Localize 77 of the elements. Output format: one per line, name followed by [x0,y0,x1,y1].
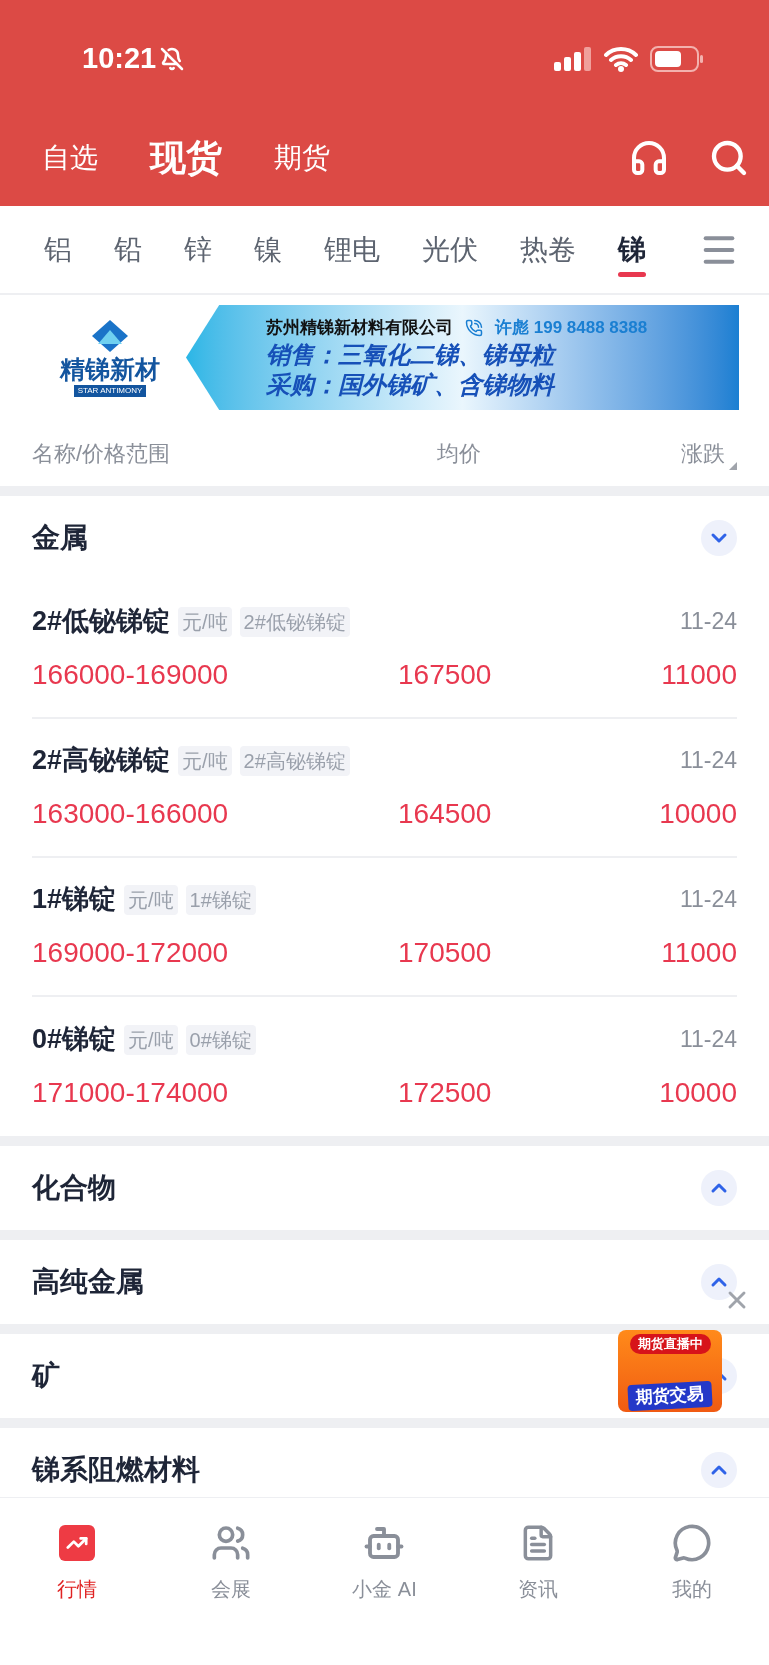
top-nav-tab[interactable]: 期货 [274,137,330,179]
average-price: 164500 [398,796,492,831]
price-change: 10000 [659,1075,737,1110]
company-name: 苏州精锑新材料有限公司 [266,316,453,339]
ad-ribbon: 期货交易 [627,1380,713,1411]
alias-tag: 0#锑锭 [185,1024,256,1055]
contact-phone: 许彪 199 8488 8388 [495,316,648,339]
category-tab[interactable]: 镍 [254,222,282,277]
product-name: 1#锑锭 [32,883,117,917]
top-nav-tab[interactable]: 自选 [42,137,98,179]
average-price: 167500 [398,657,492,692]
bottom-nav-tab[interactable]: 行情 [0,1520,154,1620]
section-title: 化合物 [32,1171,116,1205]
bell-off-icon [160,47,185,71]
section-title: 金属 [32,521,88,555]
price-date: 11-24 [679,607,737,637]
price-date: 11-24 [679,746,737,776]
price-range: 169000-172000 [32,935,230,970]
customer-service-icon[interactable] [629,138,669,178]
section-title: 高纯金属 [32,1265,144,1299]
bottom-nav-tab[interactable]: 小金 AI [307,1520,462,1620]
ad-banner[interactable]: 苏州精锑新材料有限公司 许彪 199 8488 8388 销售：三氧化二锑、锑母粒 采购：国外锑矿、含锑物料 [186,305,739,410]
price-change: 11000 [661,935,737,970]
column-header: 名称/价格范围 [32,439,172,468]
price-change: 11000 [661,657,737,692]
price-date: 11-24 [679,1025,737,1055]
chevron-up-icon[interactable] [701,1264,737,1300]
category-tab[interactable]: 光伏 [422,222,478,277]
unit-tag: 元/吨 [178,745,232,776]
alias-tag: 2#高铋锑锭 [239,745,350,776]
status-time: 10:21 [82,41,157,77]
category-tab[interactable]: 锑 [618,222,646,277]
chart-icon [58,1525,95,1561]
price-range: 163000-166000 [32,796,230,831]
section-title: 锑系阻燃材料 [32,1453,200,1487]
unit-tag: 元/吨 [124,1024,178,1055]
search-icon[interactable] [709,138,749,178]
average-price: 172500 [398,1075,492,1110]
chevron-down-icon[interactable] [701,520,737,556]
brand-logo: 精锑新材 STAR ANTIMONY [50,317,170,398]
average-price: 170500 [398,935,492,970]
product-name: 0#锑锭 [32,1023,117,1057]
product-name: 2#低铋锑锭 [32,605,171,639]
bottom-nav-tab[interactable]: 我的 [615,1520,769,1620]
people-icon [210,1523,251,1563]
ad-line: 销售：三氧化二锑、锑母粒 [266,340,709,371]
alias-tag: 1#锑锭 [185,884,256,915]
unit-tag: 元/吨 [178,606,232,637]
floating-ad-popup[interactable]: 期货直播中 期货交易 [618,1330,722,1412]
alias-tag: 2#低铋锑锭 [239,606,350,637]
ad-line: 采购：国外锑矿、含锑物料 [266,370,556,401]
sort-icon [729,461,737,470]
unit-tag: 元/吨 [124,884,178,915]
column-header: 均价 [437,439,481,468]
category-tab[interactable]: 铝 [44,222,72,277]
wifi-icon [604,46,638,72]
bottom-nav-tab[interactable]: 会展 [153,1520,308,1620]
category-tab[interactable]: 铅 [114,222,142,277]
phone-icon [465,318,483,337]
category-tab[interactable]: 锌 [184,222,212,277]
profile-icon [672,1523,713,1563]
chevron-up-icon[interactable] [701,1452,737,1488]
live-badge: 期货直播中 [629,1334,711,1354]
price-range: 166000-169000 [32,657,230,692]
price-change: 10000 [659,796,737,831]
chevron-up-icon[interactable] [701,1170,737,1206]
price-date: 11-24 [679,885,737,915]
category-tab[interactable]: 热卷 [520,222,576,277]
section-title: 矿 [32,1359,60,1393]
price-range: 171000-174000 [32,1075,230,1110]
column-header[interactable]: 涨跌 [681,436,737,470]
product-name: 2#高铋锑锭 [32,744,171,778]
category-tab[interactable]: 锂电 [324,222,380,277]
bottom-nav-tab[interactable]: 资讯 [461,1520,616,1620]
top-nav-tab[interactable]: 现货 [150,131,222,185]
signal-icon [554,47,592,71]
battery-icon [650,46,704,72]
